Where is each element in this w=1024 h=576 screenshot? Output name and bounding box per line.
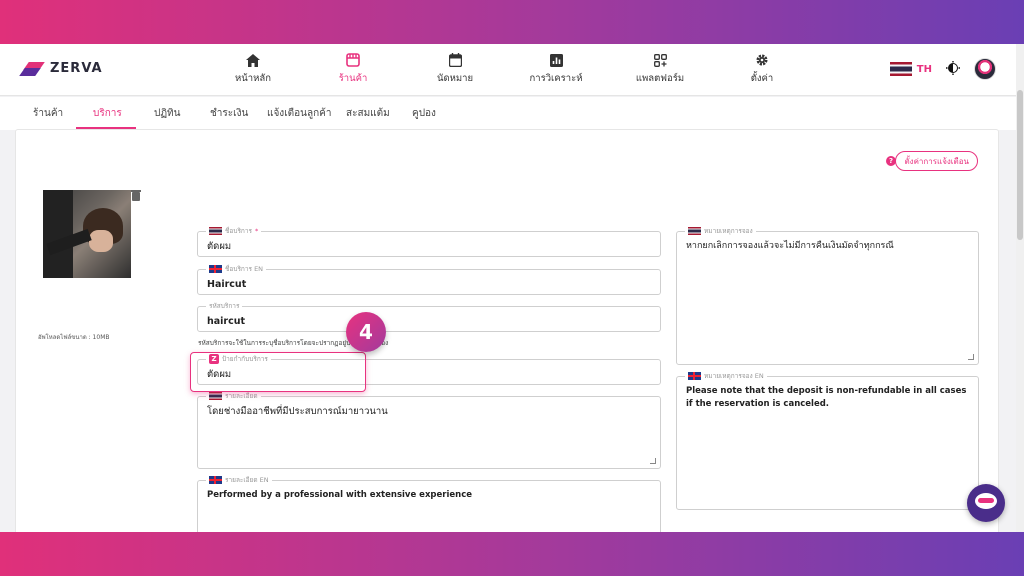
nav-appointments[interactable]: นัดหมาย xyxy=(410,52,500,86)
user-avatar[interactable] xyxy=(974,58,996,80)
field-value: หากยกเลิกการจองแล้วจะไม่มีการคืนเงินมัดจ… xyxy=(686,241,894,251)
booking-note-th-textarea[interactable]: หมายเหตุการจอง หากยกเลิกการจองแล้วจะไม่ม… xyxy=(676,226,979,365)
tab-payment[interactable]: ชำระเงิน xyxy=(210,106,248,121)
tab-points[interactable]: สะสมแต้ม xyxy=(346,106,390,121)
nav-platform[interactable]: แพลตฟอร์ม xyxy=(615,52,705,86)
top-bar: ZERVA หน้าหลัก ร้านค้า นัดหมาย การวิเครา… xyxy=(0,44,1016,96)
field-value: ตัดผม xyxy=(207,369,232,380)
thai-flag-icon xyxy=(688,227,701,235)
store-icon xyxy=(346,52,360,68)
zerva-badge-icon: Z xyxy=(209,354,219,364)
field-value: โดยช่างมืออาชีพที่มีประสบการณ์มายาวนาน xyxy=(207,406,388,417)
resize-handle-icon[interactable] xyxy=(968,354,974,360)
field-label: หมายเหตุการจอง EN xyxy=(704,372,764,380)
language-code: TH xyxy=(916,63,932,75)
service-photo[interactable] xyxy=(43,190,131,278)
calendar-icon xyxy=(448,52,462,68)
detail-en-textarea[interactable]: รายละเอียด EN Performed by a professiona… xyxy=(197,475,661,532)
thai-flag-icon xyxy=(209,392,222,400)
service-name-en-field[interactable]: ชื่อบริการ EN Haircut xyxy=(197,264,661,295)
tab-customer-notifications[interactable]: แจ้งเตือนลูกค้า xyxy=(267,106,331,121)
uk-flag-icon xyxy=(688,372,701,380)
uk-flag-icon xyxy=(209,476,222,484)
thai-flag-icon xyxy=(209,227,222,235)
service-code-field[interactable]: รหัสบริการ haircut xyxy=(197,301,661,332)
field-label: รหัสบริการ xyxy=(209,302,240,310)
apps-icon xyxy=(653,52,667,68)
nav-label: แพลตฟอร์ม xyxy=(635,73,685,84)
thai-flag-icon xyxy=(889,62,912,76)
field-label: รายละเอียด EN xyxy=(225,476,269,484)
nav-label: หน้าหลัก xyxy=(235,73,271,84)
field-label: หมายเหตุการจอง xyxy=(704,227,753,235)
header-tools: TH xyxy=(889,58,996,80)
nav-label: การวิเคราะห์ xyxy=(529,73,583,84)
chat-assistant-icon[interactable] xyxy=(967,484,1005,522)
app-frame: ZERVA หน้าหลัก ร้านค้า นัดหมาย การวิเครา… xyxy=(0,44,1024,532)
upload-size-note: อัพโหลดไฟล์ขนาด : 10MB xyxy=(38,334,110,341)
nav-store[interactable]: ร้านค้า xyxy=(308,52,398,86)
service-form-card: ? ตั้งค่าการแจ้งเตือน อัพโหลดไฟล์ขนาด : … xyxy=(15,129,999,532)
service-label-field[interactable]: Z ป้ายกำกับบริการ ตัดผม xyxy=(197,354,661,385)
field-value: ตัดผม xyxy=(207,241,232,252)
trash-icon[interactable] xyxy=(131,190,141,201)
gear-icon xyxy=(755,52,769,68)
nav-settings[interactable]: ตั้งค่า xyxy=(717,52,807,86)
service-name-th-field[interactable]: ชื่อบริการ * ตัดผม xyxy=(197,226,661,257)
theme-toggle-icon[interactable] xyxy=(946,60,960,79)
chart-icon xyxy=(549,52,563,68)
field-label: ชื่อบริการ xyxy=(225,227,253,235)
scrollbar-thumb[interactable] xyxy=(1017,90,1023,240)
nav-label: ร้านค้า xyxy=(338,73,368,84)
field-label: ป้ายกำกับบริการ xyxy=(222,355,268,363)
field-value: Please note that the deposit is non-refu… xyxy=(686,386,967,409)
step-number-badge: 4 xyxy=(346,312,386,352)
booking-note-en-textarea[interactable]: หมายเหตุการจอง EN Please note that the d… xyxy=(676,371,979,510)
field-label: รายละเอียด xyxy=(225,392,258,400)
nav-label: นัดหมาย xyxy=(436,73,474,84)
field-value: Haircut xyxy=(207,279,247,290)
nav-label: ตั้งค่า xyxy=(750,73,774,84)
tab-coupons[interactable]: คูปอง xyxy=(412,106,436,121)
resize-handle-icon[interactable] xyxy=(650,458,656,464)
field-value: Performed by a professional with extensi… xyxy=(207,490,472,500)
tab-services[interactable]: บริการ xyxy=(93,106,122,121)
field-value: haircut xyxy=(207,316,246,327)
tab-calendar[interactable]: ปฏิทิน xyxy=(154,106,181,121)
field-label: ชื่อบริการ EN xyxy=(225,265,264,273)
language-switcher[interactable]: TH xyxy=(889,62,932,76)
nav-analytics[interactable]: การวิเคราะห์ xyxy=(511,52,601,86)
notification-settings-button[interactable]: ตั้งค่าการแจ้งเตือน xyxy=(895,151,978,171)
home-icon xyxy=(246,52,260,68)
uk-flag-icon xyxy=(209,265,222,273)
page-scrollbar[interactable] xyxy=(1016,44,1024,532)
tab-store[interactable]: ร้านค้า xyxy=(33,106,63,121)
required-mark: * xyxy=(255,227,259,235)
detail-th-textarea[interactable]: รายละเอียด โดยช่างมืออาชีพที่มีประสบการณ… xyxy=(197,391,661,469)
main-nav: หน้าหลัก ร้านค้า นัดหมาย การวิเคราะห์ แพ… xyxy=(0,52,1016,92)
sub-tabs: ร้านค้า บริการ ปฏิทิน ชำระเงิน แจ้งเตือน… xyxy=(0,97,1016,130)
nav-home[interactable]: หน้าหลัก xyxy=(208,52,298,86)
